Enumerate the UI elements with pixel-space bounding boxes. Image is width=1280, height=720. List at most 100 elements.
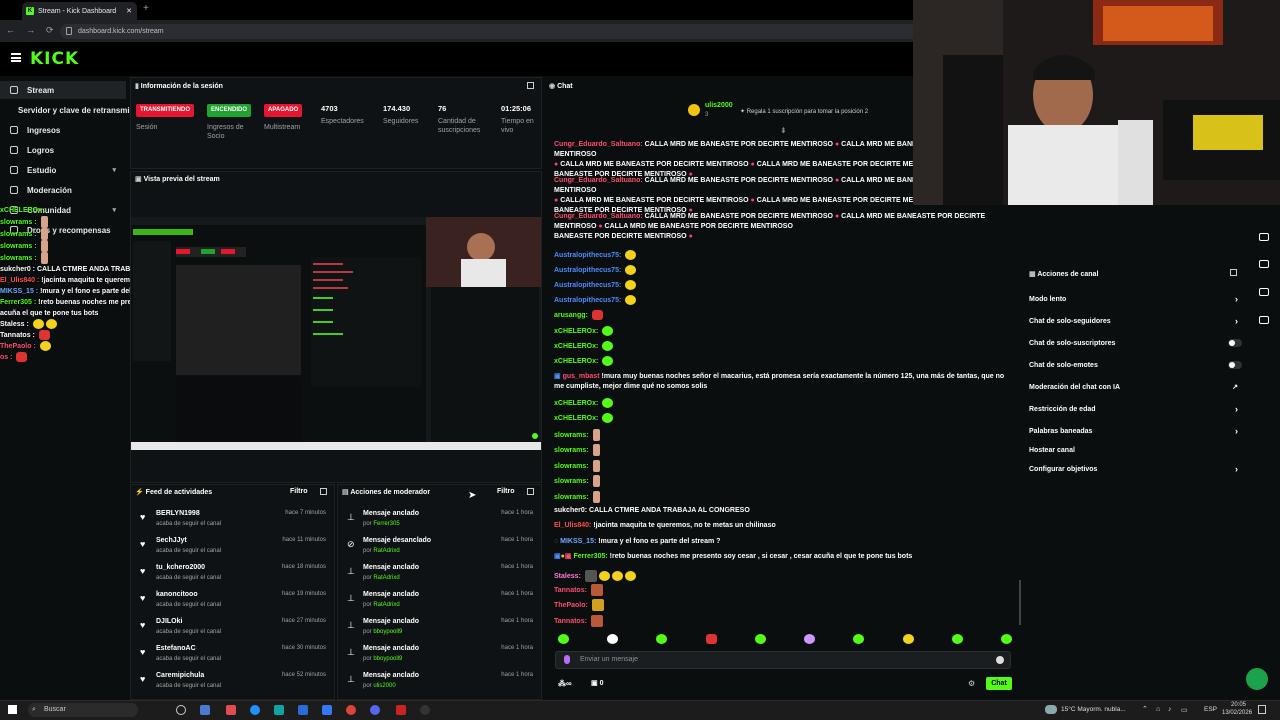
- action-goals[interactable]: Configurar objetivos ›: [1029, 462, 1244, 476]
- chat-input[interactable]: Enviar un mensaje: [580, 656, 638, 663]
- channel-actions-title: ▦ Acciones de canal: [1029, 271, 1099, 278]
- popout-icon[interactable]: [1230, 269, 1237, 276]
- popout-icon[interactable]: [527, 488, 534, 495]
- action-banned-words[interactable]: Palabras baneadas ›: [1029, 424, 1244, 438]
- wrench-rail-icon[interactable]: [1259, 316, 1269, 324]
- toggle-switch[interactable]: [1228, 361, 1242, 369]
- list-item: ⊥ Mensaje anclado por bboypooll9 hace 1 hor…: [347, 645, 533, 662]
- wallet-icon: [10, 126, 18, 134]
- windows-start-icon[interactable]: [8, 705, 17, 714]
- site-info-icon[interactable]: [66, 27, 72, 35]
- activity-filter-button[interactable]: Filtro: [290, 488, 308, 495]
- obs-icon[interactable]: [420, 705, 430, 715]
- chevron-right-icon: ›: [1235, 294, 1238, 304]
- emote-icon[interactable]: [558, 634, 569, 644]
- stat-multistream: APAGADO Multistream: [264, 104, 303, 132]
- action-ai-moderation[interactable]: Moderación del chat con IA ↗: [1029, 380, 1244, 394]
- store-icon[interactable]: [298, 705, 308, 715]
- channel-actions-panel: [1024, 265, 1249, 700]
- close-tab-icon[interactable]: ✕: [126, 7, 132, 15]
- task-view-icon[interactable]: [176, 705, 186, 715]
- support-chat-icon[interactable]: [1246, 668, 1268, 690]
- action-followers-only[interactable]: Chat de solo-seguidores ›: [1029, 314, 1244, 328]
- chat-message: slowrams:: [554, 475, 1014, 487]
- edge-icon[interactable]: [250, 705, 260, 715]
- notification-icon[interactable]: [1258, 705, 1266, 714]
- sidebar-item-label: Ingresos: [27, 125, 61, 135]
- sidebar-item-stream[interactable]: Stream: [0, 81, 126, 99]
- chat-scrollbar[interactable]: [1019, 580, 1021, 625]
- chat-message: slowrams:: [554, 444, 1014, 456]
- stream-preview-image: [131, 217, 541, 450]
- send-chat-button[interactable]: Chat: [986, 677, 1012, 690]
- reload-button[interactable]: ⟳: [46, 25, 54, 36]
- volume-icon[interactable]: ♪: [1168, 706, 1172, 713]
- chat-message: ◌ MIKSS_15: !mura y el fono es parte del…: [554, 538, 721, 545]
- list-item: ⊥ Mensaje anclado por RatAdrixd hace 1 hora: [347, 591, 533, 608]
- sidebar-item-server-key[interactable]: Servidor y clave de retransmisión: [0, 101, 146, 119]
- emote-icon[interactable]: [804, 634, 816, 644]
- chrome-icon[interactable]: [346, 705, 356, 715]
- language-indicator[interactable]: ESP: [1204, 706, 1217, 713]
- back-button[interactable]: ←: [6, 25, 15, 36]
- popout-icon[interactable]: [527, 82, 534, 89]
- weather-icon: [1045, 705, 1057, 714]
- network-icon[interactable]: ⌂: [1156, 706, 1160, 713]
- hamburger-menu-icon[interactable]: [11, 53, 21, 62]
- stream-preview[interactable]: [131, 217, 541, 450]
- app-icon[interactable]: [396, 705, 406, 715]
- activity-rail-icon[interactable]: [1259, 260, 1269, 268]
- new-tab-button[interactable]: +: [143, 3, 149, 14]
- action-host-channel[interactable]: Hostear canal: [1029, 443, 1244, 457]
- kick-logo[interactable]: KICK: [30, 49, 79, 69]
- sidebar-item-estudio[interactable]: Estudio ▾: [0, 161, 126, 179]
- emote-icon[interactable]: [705, 634, 717, 644]
- sidebar-item-moderacion[interactable]: Moderación: [0, 181, 126, 199]
- emote-icon[interactable]: [902, 634, 914, 644]
- chevron-down-icon: ▾: [112, 167, 116, 174]
- discord-icon[interactable]: [370, 705, 380, 715]
- chat-message: Australopithecus75:: [554, 250, 1014, 261]
- toggle-switch[interactable]: [1228, 339, 1242, 347]
- settings-gear-icon[interactable]: ⚙: [968, 679, 975, 688]
- url-input[interactable]: dashboard.kick.com/stream: [60, 24, 920, 39]
- weather-text[interactable]: 15°C Mayorm. nubla...: [1061, 706, 1126, 713]
- sidebar-item-logros[interactable]: Logros: [0, 141, 126, 159]
- emote-icon[interactable]: [951, 634, 963, 644]
- emoji-icon[interactable]: [996, 656, 1004, 664]
- action-emotes-only[interactable]: Chat de solo-emotes: [1029, 358, 1244, 372]
- mod-filter-button[interactable]: Filtro: [497, 488, 515, 495]
- browser-tab[interactable]: K Stream - Kick Dashboard ✕: [22, 2, 137, 20]
- gift-user[interactable]: ulis2000: [705, 102, 733, 109]
- chat-bubble-icon: ◉: [549, 83, 558, 90]
- emote-icon[interactable]: [853, 634, 865, 644]
- popout-icon[interactable]: [320, 488, 327, 495]
- pinned-chevron-icon[interactable]: ⇟: [780, 126, 787, 135]
- list-item: ♥ DJILOki acaba de seguir el canal hace 27 …: [140, 618, 326, 635]
- action-subscribers-only[interactable]: Chat de solo-suscriptores: [1029, 336, 1244, 350]
- emote-icon[interactable]: [1000, 634, 1012, 644]
- stat-partner-income: ENCENDIDO Ingresos de Socio: [207, 104, 262, 141]
- emote-icon[interactable]: [754, 634, 766, 644]
- sidebar-item-ingresos[interactable]: Ingresos: [0, 121, 126, 139]
- file-explorer-icon[interactable]: [200, 705, 210, 715]
- taskbar-search-input[interactable]: Buscar: [28, 703, 138, 717]
- clock[interactable]: 20:05 13/02/2026: [1222, 701, 1252, 717]
- action-age-restriction[interactable]: Restricción de edad ›: [1029, 402, 1244, 416]
- action-slow-mode[interactable]: Modo lento ›: [1029, 292, 1244, 306]
- app-icon[interactable]: [274, 705, 284, 715]
- app-icon[interactable]: [322, 705, 332, 715]
- pin-icon: ⊥: [347, 593, 355, 603]
- tray-chevron-icon[interactable]: ⌃: [1142, 705, 1148, 713]
- battery-icon[interactable]: ▭: [1181, 706, 1188, 714]
- external-link-icon: ↗: [1232, 384, 1238, 391]
- unpin-icon: ⊘: [347, 539, 355, 549]
- list-rail-icon[interactable]: [1259, 288, 1269, 296]
- pin-icon: ⊥: [347, 566, 355, 576]
- emote-icon[interactable]: [656, 634, 668, 644]
- app-icon[interactable]: [226, 705, 236, 715]
- emote-icon[interactable]: [607, 634, 619, 644]
- forward-button[interactable]: →: [26, 25, 35, 36]
- gift-prompt[interactable]: ✦ Regala 1 suscripción para tomar la pos…: [740, 108, 868, 115]
- chat-rail-icon[interactable]: [1259, 233, 1269, 241]
